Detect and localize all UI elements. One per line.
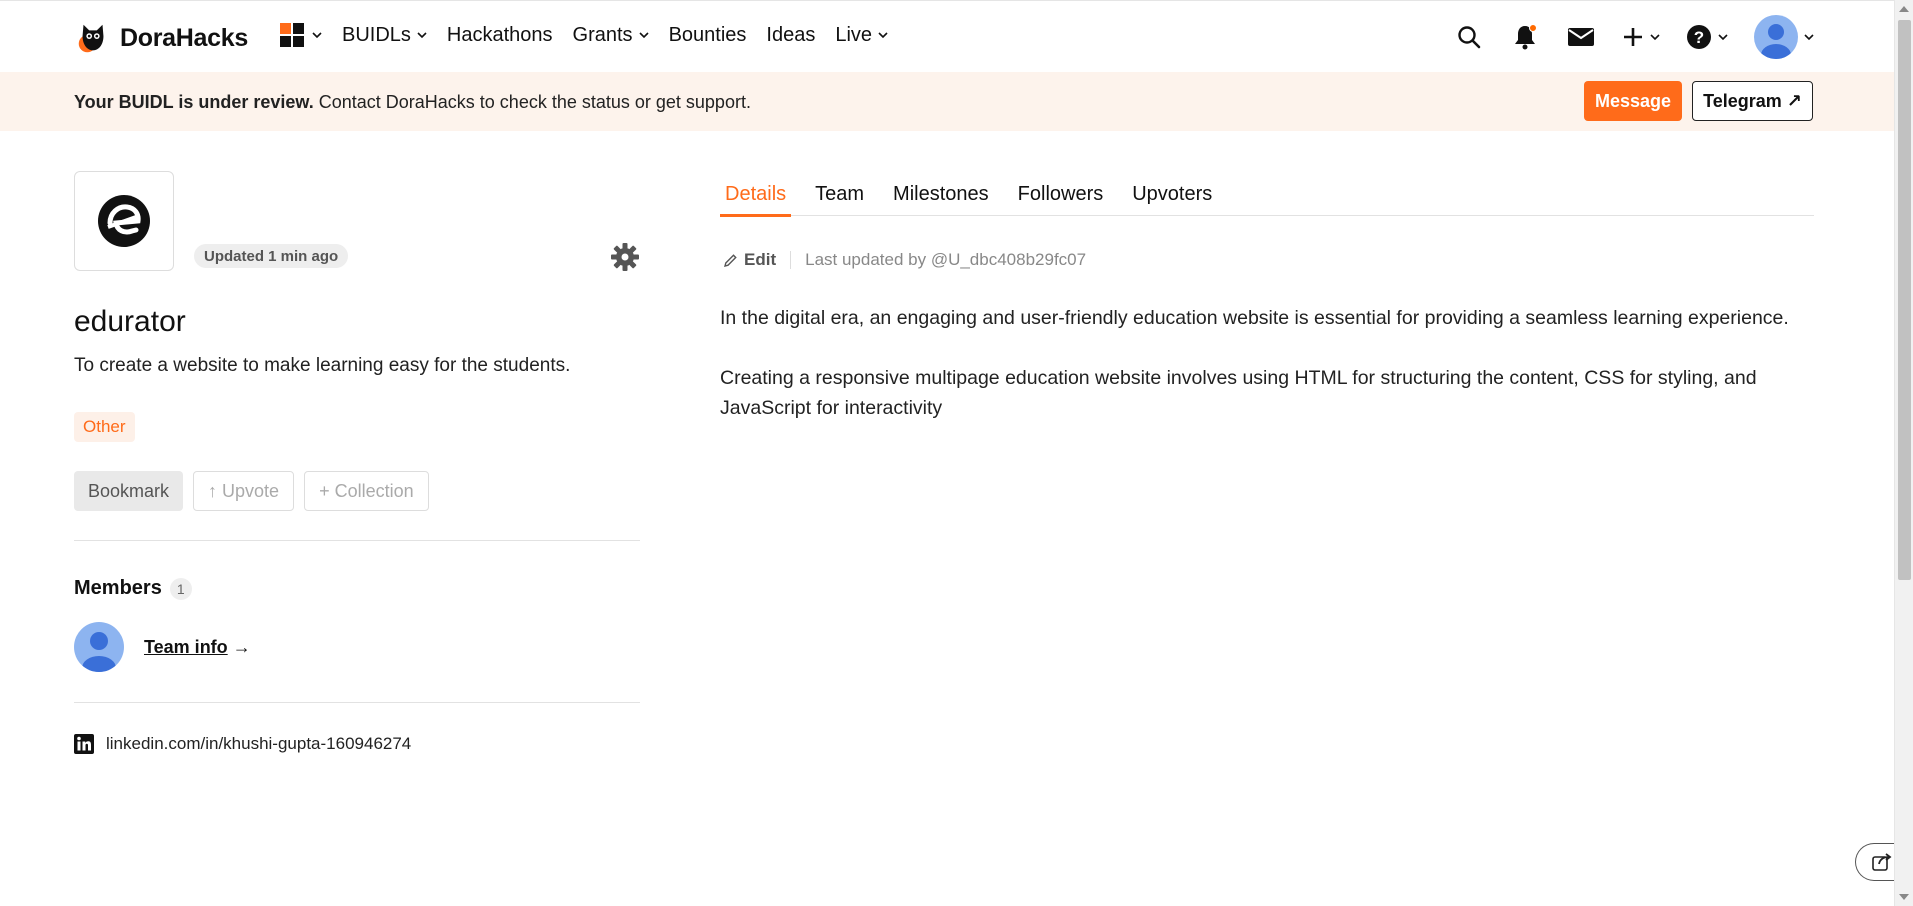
message-button[interactable]: Message: [1584, 81, 1682, 121]
dorahacks-logo-icon: [78, 24, 104, 53]
review-banner: Your BUIDL is under review. Contact Dora…: [0, 72, 1894, 131]
apps-menu-button[interactable]: [280, 23, 322, 47]
scroll-thumb[interactable]: [1898, 20, 1911, 580]
chevron-down-icon: [312, 32, 322, 39]
nav-grants[interactable]: Grants: [573, 24, 649, 47]
review-banner-text: Your BUIDL is under review. Contact Dora…: [74, 92, 751, 113]
apps-grid-icon: [280, 23, 304, 47]
tab-details[interactable]: Details: [720, 171, 792, 217]
upvote-button[interactable]: ↑ Upvote: [193, 471, 295, 511]
gear-icon[interactable]: [610, 242, 640, 272]
svg-text:?: ?: [1694, 28, 1704, 47]
brand-logo[interactable]: DoraHacks: [74, 19, 248, 57]
details-paragraph: In the digital era, an engaging and user…: [720, 307, 1789, 329]
notifications-button[interactable]: [1510, 22, 1540, 52]
chevron-down-icon: [1804, 34, 1814, 41]
team-info-link[interactable]: Team info →: [144, 637, 251, 658]
separator: [790, 251, 792, 269]
nav-bounties[interactable]: Bounties: [669, 24, 747, 47]
details-content: In the digital era, an engaging and user…: [720, 303, 1814, 453]
user-avatar: [1754, 15, 1798, 59]
divider: [74, 540, 640, 541]
review-status-bold: Your BUIDL is under review.: [74, 92, 314, 112]
help-menu-button[interactable]: ?: [1686, 24, 1728, 50]
linkedin-icon: [74, 734, 94, 754]
project-title: edurator: [74, 305, 186, 338]
scroll-up-arrow[interactable]: [1899, 6, 1909, 12]
user-silhouette-icon: [82, 632, 116, 672]
notification-dot: [1529, 24, 1537, 32]
members-count: 1: [169, 577, 192, 600]
arrow-right-icon: →: [232, 636, 251, 657]
pencil-icon: [724, 253, 737, 267]
page-scrollbar[interactable]: [1894, 0, 1913, 906]
member-row: Team info →: [74, 622, 251, 672]
search-icon: [1458, 26, 1481, 49]
tab-milestones[interactable]: Milestones: [888, 171, 994, 216]
telegram-button[interactable]: Telegram ↗: [1692, 81, 1813, 121]
details-paragraph: Creating a responsive multipage educatio…: [720, 367, 1757, 419]
top-navigation: DoraHacks BUIDLs Hackathons Grants Bount…: [0, 0, 1894, 72]
plus-icon: [1624, 28, 1642, 46]
updated-badge: Updated 1 min ago: [194, 244, 349, 268]
nav-ideas[interactable]: Ideas: [766, 24, 815, 47]
chevron-down-icon: [638, 32, 649, 39]
chevron-down-icon: [417, 32, 427, 39]
linkedin-link[interactable]: linkedin.com/in/khushi-gupta-160946274: [74, 734, 411, 754]
brand-name: DoraHacks: [120, 23, 248, 52]
main-nav: BUIDLs Hackathons Grants Bounties Ideas …: [280, 23, 908, 47]
messages-button[interactable]: [1566, 22, 1596, 52]
nav-hackathons[interactable]: Hackathons: [447, 24, 553, 47]
tab-followers[interactable]: Followers: [1013, 171, 1109, 216]
members-heading: Members 1: [74, 577, 192, 600]
user-silhouette-icon: [1761, 24, 1791, 59]
search-button[interactable]: [1454, 22, 1484, 52]
chevron-down-icon: [1650, 34, 1660, 41]
nav-actions: ?: [1454, 15, 1814, 59]
project-description: To create a website to make learning eas…: [74, 355, 571, 376]
divider: [74, 702, 640, 703]
project-logo: [74, 171, 174, 271]
project-tabs: Details Team Milestones Followers Upvote…: [720, 171, 1814, 217]
add-collection-button[interactable]: + Collection: [304, 471, 429, 511]
help-icon: ?: [1687, 25, 1711, 49]
create-menu-button[interactable]: [1622, 26, 1660, 48]
share-icon: [1872, 853, 1892, 871]
bookmark-button[interactable]: Bookmark: [74, 471, 184, 511]
tab-upvoters[interactable]: Upvoters: [1127, 171, 1217, 216]
edurator-logo-icon: [98, 195, 150, 247]
member-avatar[interactable]: [74, 622, 124, 672]
chevron-down-icon: [1718, 34, 1728, 41]
user-menu-button[interactable]: [1754, 15, 1814, 59]
last-updated-text: Last updated by @U_dbc408b29fc07: [805, 250, 1087, 269]
mail-icon: [1568, 28, 1594, 46]
chevron-down-icon: [878, 32, 888, 39]
edit-bar: Edit Last updated by @U_dbc408b29fc07: [723, 250, 1086, 270]
project-actions: Bookmark ↑ Upvote + Collection: [74, 471, 429, 511]
review-status-text: Contact DoraHacks to check the status or…: [313, 92, 751, 112]
nav-buidls[interactable]: BUIDLs: [342, 24, 427, 47]
scroll-down-arrow[interactable]: [1899, 894, 1909, 900]
project-tag[interactable]: Other: [74, 412, 135, 442]
tab-team[interactable]: Team: [810, 171, 869, 216]
edit-button[interactable]: Edit: [723, 250, 776, 270]
nav-live[interactable]: Live: [835, 24, 888, 47]
